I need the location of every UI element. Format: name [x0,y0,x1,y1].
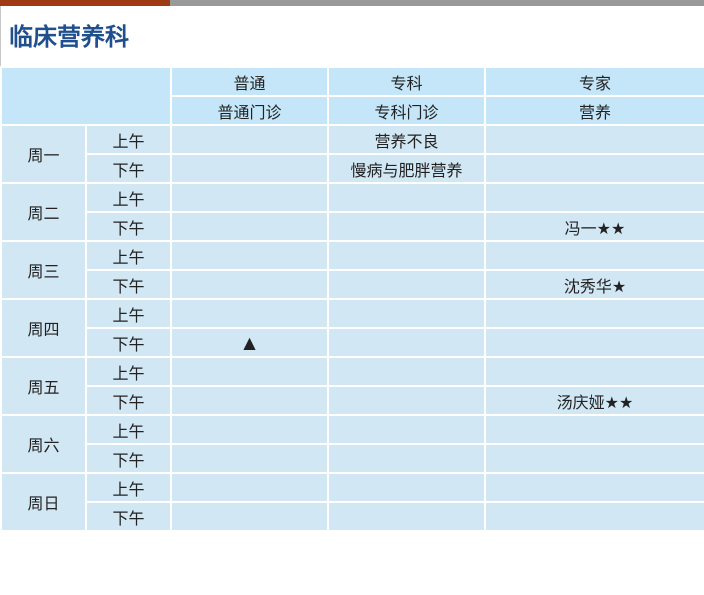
period-label: 下午 [85,211,172,242]
schedule-cell-specialty [327,472,486,503]
period-label: 上午 [85,472,172,503]
schedule-cell-expert: 汤庆娅★★ [484,385,704,416]
clinic-schedule-table: 普通 专科 专家 普通门诊 专科门诊 营养 周一 上午 营养不良 下午 慢病与肥胖营养周… [0,66,704,532]
schedule-cell-general [170,385,329,416]
schedule-cell-general [170,182,329,213]
header-category-general: 普通 [170,66,329,97]
schedule-cell-general [170,472,329,503]
schedule-cell-specialty [327,298,486,329]
schedule-cell-expert [484,298,704,329]
schedule-row: 周二 上午 [0,182,704,242]
header-category-expert: 专家 [484,66,704,97]
schedule-cell-specialty [327,443,486,474]
schedule-cell-expert [484,124,704,155]
period-label: 下午 [85,501,172,532]
schedule-row: 下午 [1,501,704,532]
period-label: 下午 [85,269,172,300]
schedule-cell-general [170,443,329,474]
schedule-cell-general [170,501,329,532]
period-label: 上午 [85,356,172,387]
schedule-cell-specialty [327,211,486,242]
schedule-row: 周六 上午 [0,414,704,474]
schedule-cell-expert [484,182,704,213]
period-label: 下午 [85,385,172,416]
schedule-cell-expert [484,327,704,358]
schedule-cell-specialty [327,356,486,387]
schedule-cell-general [170,124,329,155]
period-label: 下午 [85,443,172,474]
schedule-cell-specialty [327,182,486,213]
schedule-cell-specialty [327,327,486,358]
schedule-row: 下午 ▲ [1,327,704,358]
header-clinic-general: 普通门诊 [170,95,329,126]
schedule-row: 下午 汤庆娅★★ [1,385,704,416]
schedule-row: 周四 上午 [0,298,704,358]
schedule-cell-specialty [327,269,486,300]
period-label: 上午 [85,414,172,445]
schedule-cell-expert: 沈秀华★ [484,269,704,300]
day-label: 周二 [0,182,87,242]
header-clinic-expert: 营养 [484,95,704,126]
schedule-cell-expert [484,443,704,474]
schedule-cell-expert [484,153,704,184]
schedule-cell-general [170,269,329,300]
schedule-row: 周日 上午 [0,472,704,532]
schedule-cell-general [170,298,329,329]
schedule-row: 周五 上午 [0,356,704,416]
schedule-cell-specialty [327,501,486,532]
top-bar-accent [0,0,170,6]
schedule-cell-expert [484,501,704,532]
period-label: 下午 [85,153,172,184]
schedule-cell-expert: 冯一★★ [484,211,704,242]
schedule-cell-specialty [327,240,486,271]
top-bar [0,0,704,6]
schedule-cell-general [170,240,329,271]
header-category-specialty: 专科 [327,66,486,97]
period-label: 上午 [85,240,172,271]
schedule-cell-general [170,356,329,387]
schedule-cell-specialty: 营养不良 [327,124,486,155]
schedule-cell-expert [484,414,704,445]
day-label: 周六 [0,414,87,474]
schedule-cell-general [170,153,329,184]
period-label: 上午 [85,182,172,213]
schedule-cell-general [170,414,329,445]
day-label: 周五 [0,356,87,416]
day-label: 周一 [0,124,87,184]
schedule-cell-general: ▲ [170,327,329,358]
header-row-category: 普通 专科 专家 [0,66,704,126]
schedule-cell-general [170,211,329,242]
schedule-row: 下午 [1,443,704,474]
period-label: 上午 [85,298,172,329]
schedule-row: 下午 慢病与肥胖营养 [1,153,704,184]
schedule-cell-specialty [327,414,486,445]
schedule-cell-specialty: 慢病与肥胖营养 [327,153,486,184]
schedule-row: 周三 上午 [0,240,704,300]
schedule-cell-expert [484,472,704,503]
schedule-cell-expert [484,240,704,271]
header-corner-cell [0,66,172,126]
schedule-row: 周一 上午 营养不良 [0,124,704,184]
schedule-cell-expert [484,356,704,387]
day-label: 周四 [0,298,87,358]
day-label: 周日 [0,472,87,532]
page-title: 临床营养科 [0,6,704,66]
period-label: 上午 [85,124,172,155]
period-label: 下午 [85,327,172,358]
header-clinic-specialty: 专科门诊 [327,95,486,126]
schedule-cell-specialty [327,385,486,416]
schedule-row: 下午 沈秀华★ [1,269,704,300]
day-label: 周三 [0,240,87,300]
schedule-row: 下午 冯一★★ [1,211,704,242]
